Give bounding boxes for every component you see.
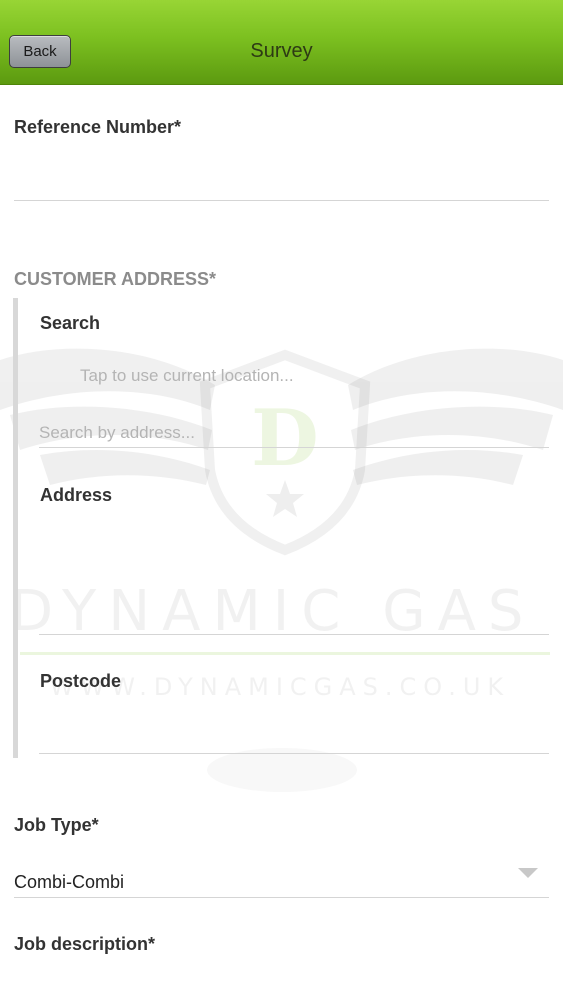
search-label: Search [40,313,101,333]
job-type-select[interactable]: Combi-Combi [14,872,124,893]
job-type-underline [14,897,549,898]
address-input[interactable] [39,634,549,635]
chevron-down-icon[interactable] [518,868,538,878]
postcode-input[interactable] [39,753,549,754]
page-title: Survey [250,40,313,62]
job-type-label: Job Type* [14,815,99,835]
reference-number-label: Reference Number* [14,117,182,137]
address-label: Address [40,485,113,505]
logo-letter: D [251,393,319,484]
search-address-underline [39,447,549,448]
job-description-label: Job description* [14,934,156,954]
search-address-input[interactable]: Search by address... [39,423,195,443]
navigation-bar: Back Survey [0,0,563,85]
reference-number-input[interactable] [14,200,549,201]
use-current-location-button[interactable]: Tap to use current location... [80,366,294,386]
survey-screen: Back Survey D DYNAMIC GAS WWW.DYNAMICGAS… [0,0,563,1000]
customer-address-heading: CUSTOMER ADDRESS* [14,269,217,289]
address-group-rule [13,298,18,758]
postcode-label: Postcode [40,671,122,691]
